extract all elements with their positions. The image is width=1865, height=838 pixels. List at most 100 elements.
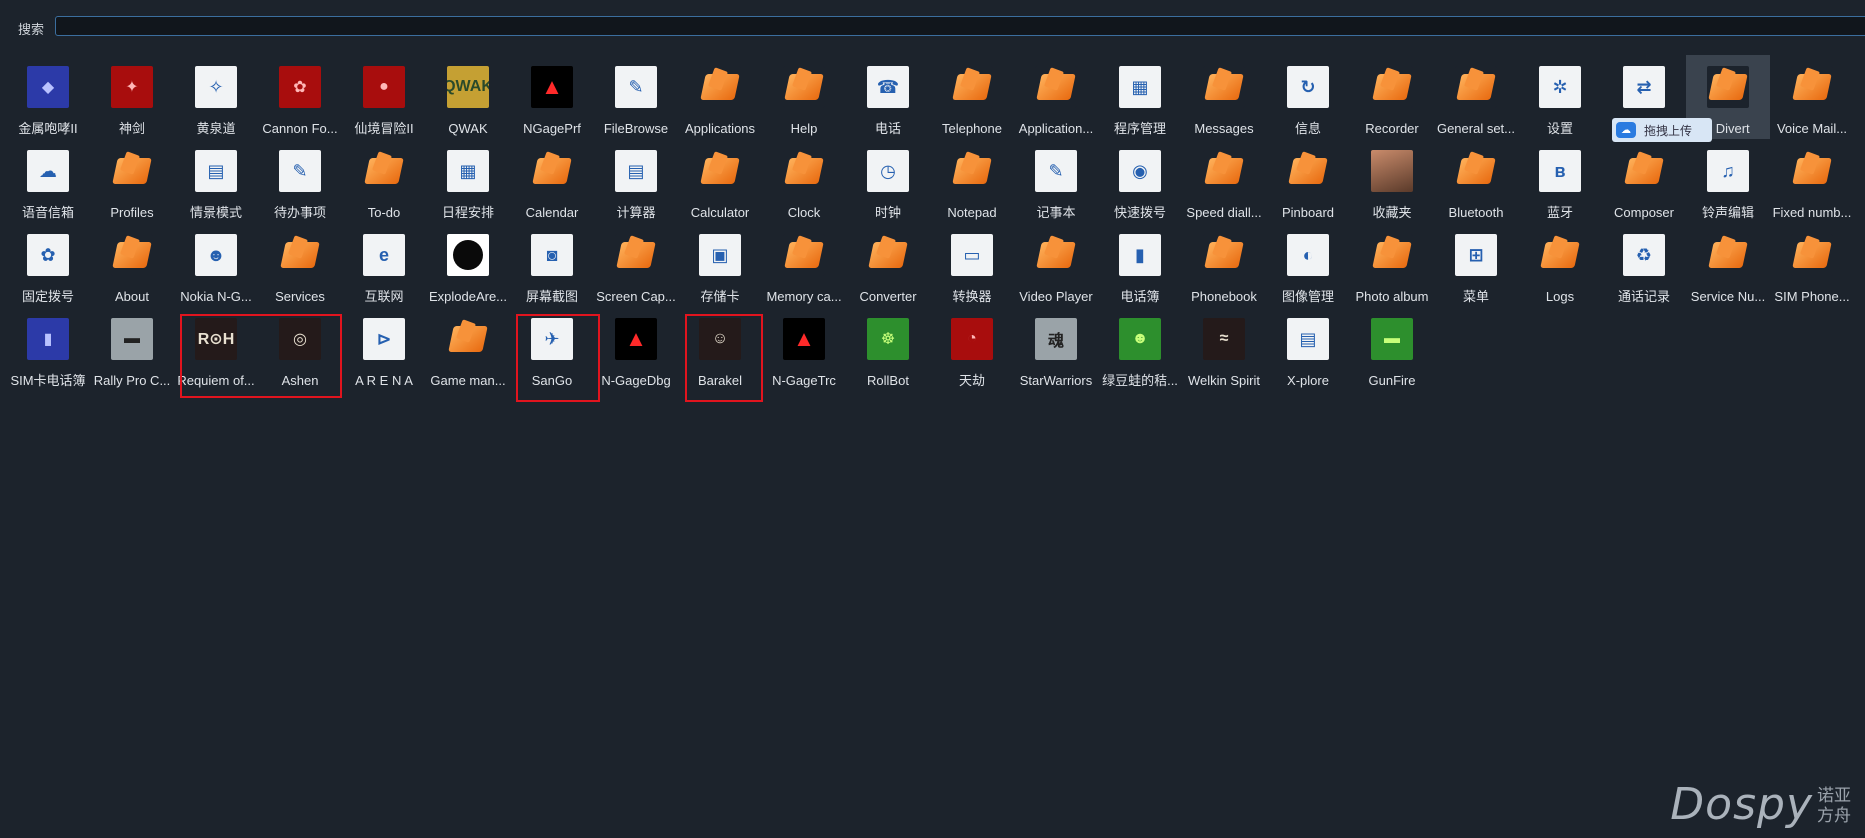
app-icon-tile[interactable]: ✿ 固定拨号 (6, 223, 90, 307)
app-icon-label: Voice Mail... (1776, 121, 1848, 136)
app-icon-tile[interactable]: ≈ Welkin Spirit (1182, 307, 1266, 391)
app-icon (699, 150, 741, 192)
app-icon-tile[interactable]: Speed diall... (1182, 139, 1266, 223)
cloud-upload-icon: ☁ (1616, 122, 1636, 138)
app-icon-tile[interactable]: ▬ GunFire (1350, 307, 1434, 391)
app-icon-label: FileBrowse (603, 121, 669, 136)
app-icon (1539, 234, 1581, 276)
app-icon-tile[interactable]: 收藏夹 (1350, 139, 1434, 223)
app-icon-tile[interactable]: Composer (1602, 139, 1686, 223)
app-icon-tile[interactable]: ▭ 转换器 (930, 223, 1014, 307)
app-icon-tile[interactable]: Memory ca... (762, 223, 846, 307)
app-icon-tile[interactable]: Logs (1518, 223, 1602, 307)
app-icon-tile[interactable]: ▦ 程序管理 (1098, 55, 1182, 139)
app-icon-label: Clock (787, 205, 821, 220)
app-icon-tile[interactable]: ✦ 神剑 (90, 55, 174, 139)
app-icon-tile[interactable]: Telephone (930, 55, 1014, 139)
app-icon-tile[interactable]: ʙ 蓝牙 (1518, 139, 1602, 223)
app-icon-tile[interactable]: Converter (846, 223, 930, 307)
upload-tooltip[interactable]: ☁ 拖拽上传 (1612, 118, 1712, 142)
app-icon-tile[interactable]: ▤ 情景模式 (174, 139, 258, 223)
app-icon-tile[interactable]: ▮ 电话簿 (1098, 223, 1182, 307)
app-icon-tile[interactable]: Calendar (510, 139, 594, 223)
app-icon (1371, 150, 1413, 192)
app-icon-tile[interactable]: ✿ Cannon Fo... (258, 55, 342, 139)
app-icon-tile[interactable]: ▲ N-GageDbg (594, 307, 678, 391)
app-icon-label: Logs (1545, 289, 1575, 304)
app-icon-tile[interactable]: ◆ 金属咆哮II (6, 55, 90, 139)
app-icon-tile[interactable]: Voice Mail... (1770, 55, 1854, 139)
app-icon-tile[interactable]: e 互联网 (342, 223, 426, 307)
app-icon-tile[interactable]: ▬ Rally Pro C... (90, 307, 174, 391)
app-icon-tile[interactable]: QWAK QWAK (426, 55, 510, 139)
app-icon-tile[interactable]: ExplodeAre... (426, 223, 510, 307)
app-icon-tile[interactable]: ⊳ A R E N A (342, 307, 426, 391)
app-icon-tile[interactable]: ☸ RollBot (846, 307, 930, 391)
app-icon-tile[interactable]: Service Nu... (1686, 223, 1770, 307)
app-icon-tile[interactable]: ✲ 设置 (1518, 55, 1602, 139)
app-icon-tile[interactable]: SIM Phone... (1770, 223, 1854, 307)
app-icon-tile[interactable]: ♻ 通话记录 (1602, 223, 1686, 307)
app-icon-tile[interactable]: Messages (1182, 55, 1266, 139)
app-icon-label: NGagePrf (523, 121, 581, 136)
app-icon-tile[interactable]: ↻ 信息 (1266, 55, 1350, 139)
app-icon: ▤ (1287, 318, 1329, 360)
app-icon-tile[interactable]: Clock (762, 139, 846, 223)
app-icon-tile[interactable]: ◙ 屏幕截图 (510, 223, 594, 307)
app-icon-tile[interactable]: ☻ 绿豆蛙的秸... (1098, 307, 1182, 391)
app-icon-tile[interactable]: Application... (1014, 55, 1098, 139)
app-icon-tile[interactable]: ✎ FileBrowse (594, 55, 678, 139)
app-icon-tile[interactable]: Screen Cap... (594, 223, 678, 307)
app-icon-tile[interactable]: ◉ 快速拨号 (1098, 139, 1182, 223)
app-icon-tile[interactable]: ☻ Nokia N-G... (174, 223, 258, 307)
app-icon-tile[interactable]: ✎ 记事本 (1014, 139, 1098, 223)
app-icon-tile[interactable]: ✧ 黄泉道 (174, 55, 258, 139)
app-icon-tile[interactable]: Video Player (1014, 223, 1098, 307)
app-icon-tile[interactable]: Phonebook (1182, 223, 1266, 307)
app-icon-tile[interactable]: Game man... (426, 307, 510, 391)
app-icon (111, 150, 153, 192)
app-icon (951, 150, 993, 192)
app-icon: ☁ (27, 150, 69, 192)
search-input[interactable] (55, 16, 1865, 36)
app-icon-tile[interactable]: Notepad (930, 139, 1014, 223)
app-icon-tile[interactable]: ♫ 铃声编辑 (1686, 139, 1770, 223)
app-icon-tile[interactable]: ● 仙境冒险II (342, 55, 426, 139)
app-icon-tile[interactable]: ⊞ 菜单 (1434, 223, 1518, 307)
app-icon: ▲ (531, 66, 573, 108)
app-icon-tile[interactable]: 魂 StarWarriors (1014, 307, 1098, 391)
app-icon: ♻ (1623, 234, 1665, 276)
app-icon-tile[interactable]: ▤ 计算器 (594, 139, 678, 223)
app-icon-tile[interactable]: Fixed numb... (1770, 139, 1854, 223)
app-icon-tile[interactable]: ▤ X-plore (1266, 307, 1350, 391)
app-icon-tile[interactable]: ▣ 存储卡 (678, 223, 762, 307)
app-icon-label: 收藏夹 (1372, 205, 1412, 220)
app-icon-tile[interactable]: Profiles (90, 139, 174, 223)
app-icon-tile[interactable]: ◔ 天劫 (930, 307, 1014, 391)
app-icon-tile[interactable]: Bluetooth (1434, 139, 1518, 223)
app-icon-tile[interactable]: ▮ SIM卡电话簿 (6, 307, 90, 391)
app-icon (1455, 150, 1497, 192)
app-icon-tile[interactable]: ▲ N-GageTrc (762, 307, 846, 391)
app-icon-tile[interactable]: Services (258, 223, 342, 307)
app-icon-tile[interactable]: Recorder (1350, 55, 1434, 139)
app-icon-tile[interactable]: Photo album (1350, 223, 1434, 307)
app-icon-tile[interactable]: ☁ 语音信箱 (6, 139, 90, 223)
app-icon-tile[interactable]: Pinboard (1266, 139, 1350, 223)
app-icon-tile[interactable]: ▦ 日程安排 (426, 139, 510, 223)
app-icon-tile[interactable]: ✎ 待办事项 (258, 139, 342, 223)
app-icon-tile[interactable]: Applications (678, 55, 762, 139)
app-icon-tile[interactable]: General set... (1434, 55, 1518, 139)
app-icon-tile[interactable]: To-do (342, 139, 426, 223)
app-icon-tile[interactable]: Calculator (678, 139, 762, 223)
app-icon-tile[interactable]: ☎ 电话 (846, 55, 930, 139)
app-icon-tile[interactable]: About (90, 223, 174, 307)
app-icon: ▤ (195, 150, 237, 192)
app-icon-tile[interactable]: ◷ 时钟 (846, 139, 930, 223)
app-icon-tile[interactable]: Help (762, 55, 846, 139)
app-icon-label: General set... (1436, 121, 1516, 136)
app-icon (1203, 66, 1245, 108)
app-icon-tile[interactable]: ◐ 图像管理 (1266, 223, 1350, 307)
app-icon: ☻ (195, 234, 237, 276)
app-icon-tile[interactable]: ▲ NGagePrf (510, 55, 594, 139)
